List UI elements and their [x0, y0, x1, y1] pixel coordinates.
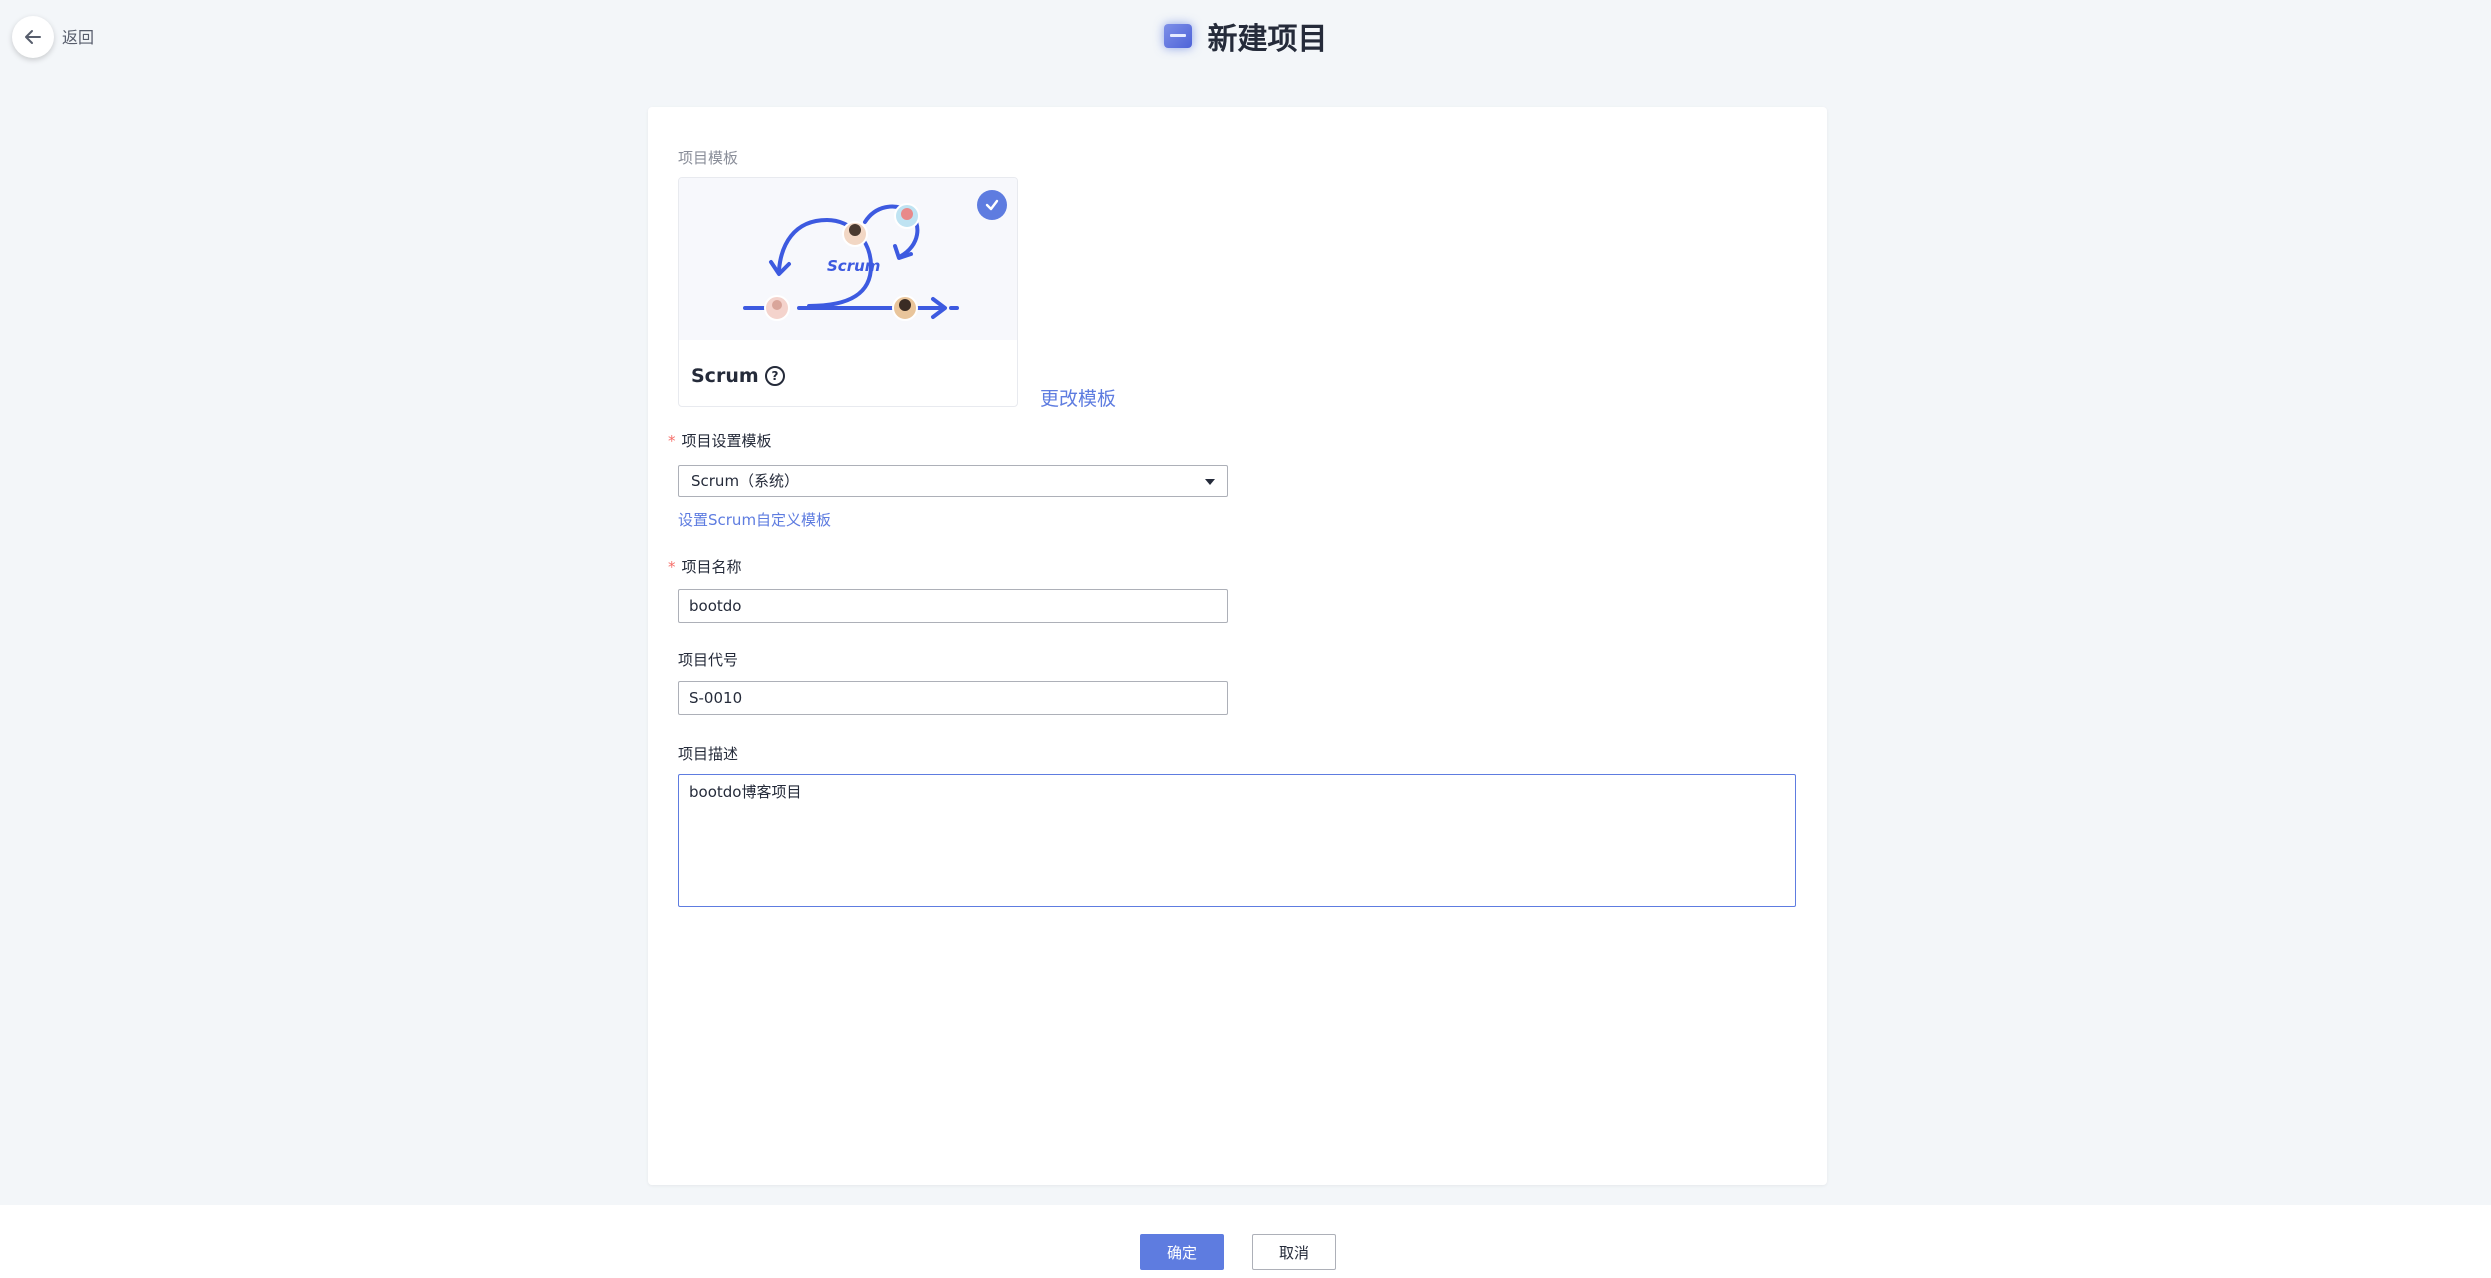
settings-template-select[interactable]: Scrum（系统）	[678, 465, 1228, 497]
footer-bar: 确定 取消	[0, 1205, 2491, 1278]
project-icon	[1163, 24, 1192, 48]
confirm-button[interactable]: 确定	[1140, 1234, 1224, 1270]
caret-down-icon	[1205, 479, 1215, 485]
scrum-illustration: Scrum	[679, 178, 1017, 340]
project-code-label: 项目代号	[678, 651, 739, 669]
project-desc-label: 项目描述	[678, 745, 739, 763]
new-project-form: 项目模板 Scrum Scrum ? 更改模板 * 项目设置模板 Scrum（系…	[648, 107, 1827, 1185]
custom-template-link[interactable]: 设置Scrum自定义模板	[678, 509, 831, 530]
settings-template-label: * 项目设置模板	[668, 432, 772, 450]
selected-check-icon	[977, 190, 1007, 220]
scrum-illustration-text: Scrum	[827, 257, 880, 275]
page-title: 新建项目	[1207, 22, 1328, 57]
project-desc-textarea[interactable]: bootdo博客项目	[678, 774, 1796, 907]
settings-template-value: Scrum（系统）	[691, 472, 800, 490]
template-name: Scrum	[691, 365, 759, 387]
page-header: 新建项目	[0, 14, 2491, 58]
template-card-scrum[interactable]: Scrum Scrum ?	[678, 177, 1018, 407]
help-icon[interactable]: ?	[765, 366, 785, 386]
project-code-input[interactable]	[678, 681, 1228, 715]
scrum-cycle-icon: Scrum	[743, 203, 959, 321]
template-section-label: 项目模板	[678, 149, 739, 167]
cancel-button[interactable]: 取消	[1252, 1234, 1336, 1270]
project-name-label: * 项目名称	[668, 558, 742, 576]
project-name-input[interactable]	[678, 589, 1228, 623]
change-template-link[interactable]: 更改模板	[1040, 384, 1116, 411]
